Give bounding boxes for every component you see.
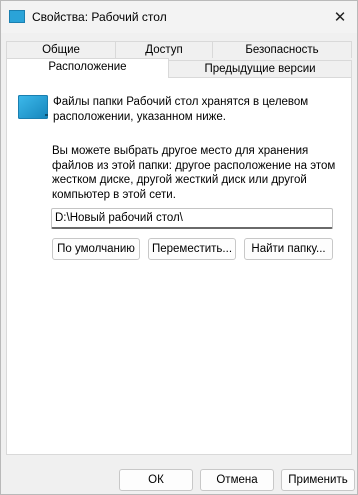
find-folder-button[interactable]: Найти папку... bbox=[244, 238, 333, 260]
close-button[interactable]: ✕ bbox=[323, 1, 357, 33]
apply-button[interactable]: Применить bbox=[281, 469, 355, 491]
description-line: файлов из этой папки: другое расположени… bbox=[52, 159, 336, 172]
intro-text: Файлы папки Рабочий стол хранятся в целе… bbox=[53, 95, 308, 124]
intro-line: расположении, указанном ниже. bbox=[53, 110, 226, 123]
description-line: компьютер в этой сети. bbox=[52, 188, 176, 201]
tab-label: Безопасность bbox=[245, 44, 319, 56]
tab-panel bbox=[6, 77, 352, 455]
move-button[interactable]: Переместить... bbox=[148, 238, 236, 260]
close-icon: ✕ bbox=[333, 9, 347, 26]
tab-general[interactable]: Общие bbox=[6, 41, 116, 58]
button-label: Отмена bbox=[216, 474, 258, 486]
tab-location[interactable]: Расположение bbox=[6, 58, 169, 78]
cancel-button[interactable]: Отмена bbox=[200, 469, 274, 491]
description-line: жестком диске, другой жесткий диск или д… bbox=[52, 174, 307, 186]
tab-label: Общие bbox=[42, 44, 80, 56]
desktop-folder-icon bbox=[18, 95, 48, 119]
description-line: Вы можете выбрать другое место для хране… bbox=[52, 145, 309, 157]
description-text: Вы можете выбрать другое место для хране… bbox=[52, 144, 335, 202]
tab-label: Доступ bbox=[145, 44, 183, 56]
target-path-input[interactable] bbox=[51, 208, 333, 229]
tab-label: Предыдущие версии bbox=[204, 63, 316, 75]
tab-security[interactable]: Безопасность bbox=[212, 41, 352, 58]
tab-previous-versions[interactable]: Предыдущие версии bbox=[168, 60, 352, 77]
button-label: Применить bbox=[288, 474, 348, 486]
button-label: Переместить... bbox=[151, 243, 233, 255]
restore-default-button[interactable]: По умолчанию bbox=[52, 238, 140, 260]
button-label: Найти папку... bbox=[251, 243, 326, 255]
properties-dialog: Свойства: Рабочий стол ✕ Общие Доступ Бе… bbox=[0, 0, 358, 495]
button-label: ОК bbox=[148, 474, 164, 486]
intro-line: Файлы папки Рабочий стол хранятся в целе… bbox=[53, 96, 309, 108]
tab-sharing[interactable]: Доступ bbox=[115, 41, 213, 58]
window-title: Свойства: Рабочий стол bbox=[32, 10, 167, 24]
title-bar: Свойства: Рабочий стол ✕ bbox=[1, 1, 357, 33]
desktop-folder-icon bbox=[9, 10, 25, 23]
tab-label: Расположение bbox=[48, 61, 127, 73]
button-label: По умолчанию bbox=[57, 243, 135, 255]
ok-button[interactable]: ОК bbox=[119, 469, 193, 491]
